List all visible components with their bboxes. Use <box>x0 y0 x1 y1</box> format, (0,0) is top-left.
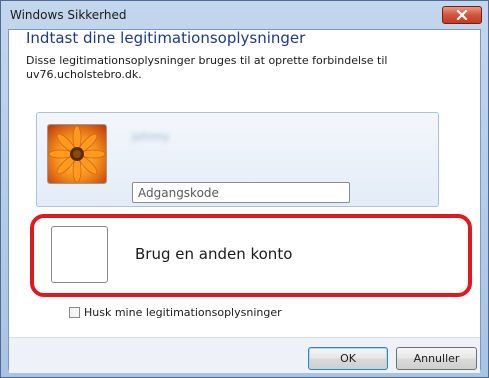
remember-label: Husk mine legitimationsoplysninger <box>84 306 282 319</box>
other-account-label: Brug en anden konto <box>135 245 293 263</box>
window-title: Windows Sikkerhed <box>10 8 127 22</box>
close-icon <box>456 10 468 20</box>
use-other-account-tile[interactable]: Brug en anden konto <box>46 220 439 288</box>
password-field[interactable] <box>132 182 350 203</box>
security-dialog-window: Windows Sikkerhed Indtast dine legitimat… <box>0 0 489 378</box>
saved-credential-tile[interactable]: johnny <box>36 112 439 207</box>
remember-checkbox[interactable] <box>69 307 80 318</box>
title-bar[interactable]: Windows Sikkerhed <box>1 1 488 29</box>
blank-avatar-icon <box>51 226 108 283</box>
ok-button[interactable]: OK <box>308 347 388 370</box>
flower-icon <box>48 125 106 183</box>
cancel-button[interactable]: Annuller <box>396 347 477 370</box>
remember-credentials-option[interactable]: Husk mine legitimationsoplysninger <box>69 306 282 319</box>
dialog-heading: Indtast dine legitimationsoplysninger <box>26 29 306 47</box>
username-label: johnny <box>132 130 170 143</box>
close-button[interactable] <box>442 6 482 24</box>
user-avatar <box>47 124 107 184</box>
button-bar: OK Annuller <box>9 337 480 373</box>
dialog-description: Disse legitimationsoplysninger bruges ti… <box>26 54 388 81</box>
